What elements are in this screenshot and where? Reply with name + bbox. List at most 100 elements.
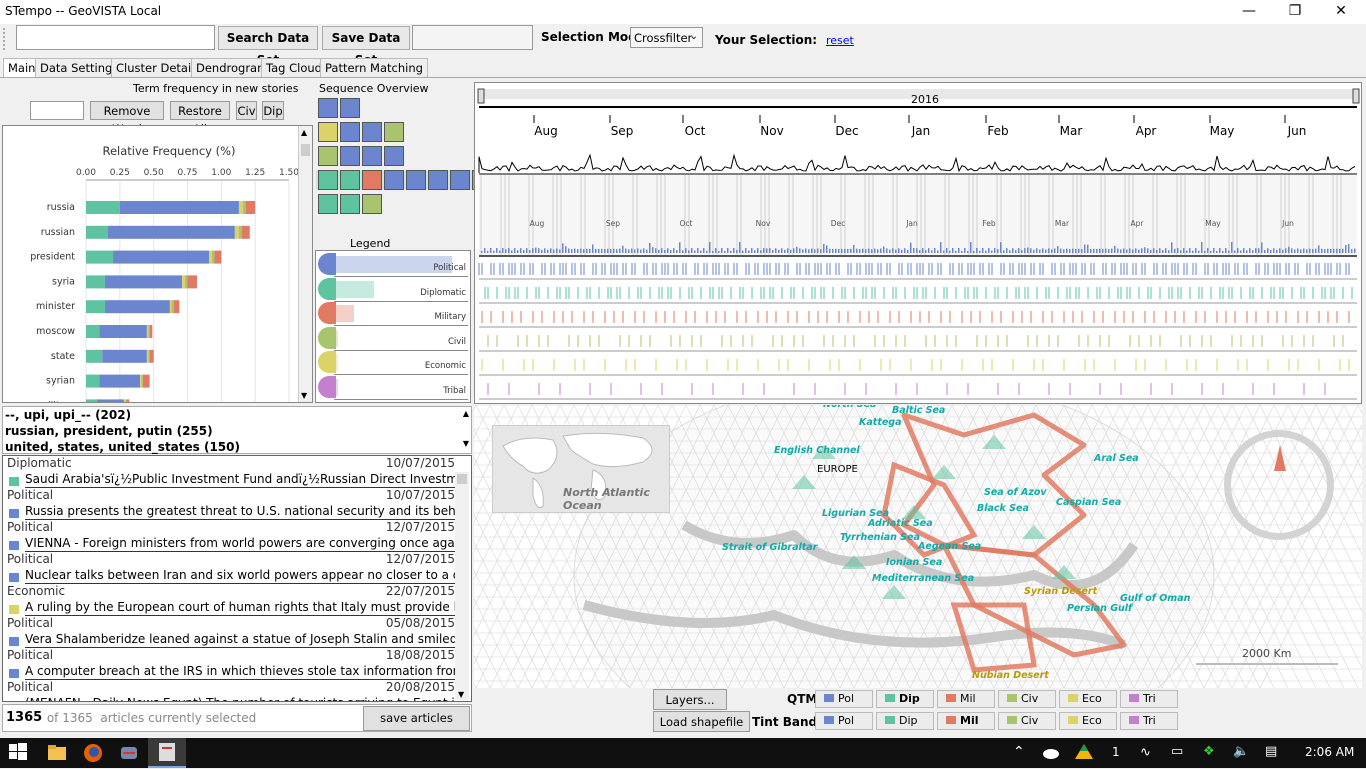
load-shapefile-button[interactable]: Load shapefile	[653, 711, 750, 732]
sequence-chip[interactable]	[362, 194, 382, 214]
toggle-eco[interactable]: Eco	[1059, 712, 1117, 730]
cluster-item[interactable]: united, states, united_states (150)	[5, 440, 240, 454]
sequence-chip[interactable]	[384, 146, 404, 166]
article-list[interactable]: Diplomatic 10/07/2015 Saudi Arabia'sï¿½Pub…	[2, 455, 472, 702]
compass-icon[interactable]	[1224, 430, 1334, 540]
cloud-icon[interactable]	[1040, 742, 1064, 764]
sequence-chip[interactable]	[340, 194, 360, 214]
toggle-mil[interactable]: Mil	[937, 690, 995, 708]
restore-all-button[interactable]: Restore All	[170, 101, 230, 136]
google-drive-icon[interactable]	[1073, 742, 1097, 764]
toggle-pol[interactable]: Pol	[815, 712, 873, 730]
histogram-bar	[565, 246, 567, 253]
cluster-item[interactable]: --, upi, upi_-- (202)	[5, 408, 131, 422]
search-data-set-button[interactable]: Search Data Set	[218, 26, 318, 67]
sequence-overview[interactable]	[316, 96, 492, 214]
article-item[interactable]: Political 12/07/2015 Nuclear talks between…	[7, 552, 455, 584]
sequence-chip[interactable]	[406, 170, 426, 190]
clock[interactable]: 2:06 AM	[1305, 745, 1354, 759]
toolbar-grip[interactable]	[3, 28, 11, 50]
file-explorer-icon[interactable]	[46, 742, 70, 764]
toggle-mil[interactable]: Mil	[937, 712, 995, 730]
volume-icon[interactable]: 🔈	[1233, 744, 1249, 759]
toggle-pol[interactable]: Pol	[815, 690, 873, 708]
sequence-chip[interactable]	[384, 122, 404, 142]
save-name-input[interactable]	[412, 25, 533, 50]
sequence-chip[interactable]	[340, 170, 360, 190]
sequence-chip[interactable]	[362, 122, 382, 142]
battery-icon[interactable]: ▭	[1171, 744, 1183, 759]
sequence-chip[interactable]	[450, 170, 470, 190]
civ-button[interactable]: Civ	[236, 101, 257, 120]
scrollbar-thumb[interactable]	[457, 474, 467, 484]
restore-icon[interactable]: ❐	[1272, 0, 1318, 24]
action-center-icon[interactable]: ▤	[1265, 744, 1277, 759]
article-item[interactable]: Political 05/08/2015 Vera Shalamberidze le…	[7, 616, 455, 648]
toggle-dip[interactable]: Dip	[876, 690, 934, 708]
histogram-bar	[508, 248, 510, 253]
chart-scrollbar[interactable]: ▲ ▼	[298, 126, 312, 402]
sequence-chip[interactable]	[384, 170, 404, 190]
scroll-down-icon[interactable]: ▼	[463, 439, 469, 448]
sequence-chip[interactable]	[340, 98, 360, 118]
map-view[interactable]: North Sea Baltic SeaKattega English Channe…	[474, 405, 1362, 688]
reset-link[interactable]: reset	[826, 34, 854, 47]
sequence-chip[interactable]	[318, 194, 338, 214]
scroll-up-icon[interactable]: ▲	[301, 128, 307, 137]
article-item[interactable]: Diplomatic 10/07/2015 Saudi Arabia'sï¿½Pub…	[7, 456, 455, 488]
scrollbar-thumb[interactable]	[301, 144, 310, 156]
sequence-chip[interactable]	[362, 170, 382, 190]
toggle-civ[interactable]: Civ	[998, 690, 1056, 708]
article-scrollbar[interactable]: ▼	[455, 472, 469, 700]
scroll-down-icon[interactable]: ▼	[458, 690, 464, 699]
sequence-chip[interactable]	[428, 170, 448, 190]
article-item[interactable]: Political 10/07/2015 Russia presents the g…	[7, 488, 455, 520]
firefox-icon[interactable]	[82, 742, 106, 764]
scroll-down-icon[interactable]: ▼	[301, 391, 307, 400]
toggle-dip[interactable]: Dip	[876, 712, 934, 730]
save-articles-button[interactable]: save articles	[363, 706, 470, 731]
app-icon[interactable]	[118, 742, 142, 764]
minimize-icon[interactable]: —	[1226, 0, 1272, 24]
save-data-set-button[interactable]: Save Data Set	[322, 26, 410, 67]
histogram-bar	[1300, 249, 1302, 253]
sequence-chip[interactable]	[318, 170, 338, 190]
timeline-chart[interactable]: 2016 Aug Sep Oct Nov Dec Jan Feb Mar Apr May Jun Aug…	[475, 83, 1362, 404]
dropbox-icon[interactable]: ❖	[1203, 744, 1215, 759]
sequence-chip[interactable]	[318, 98, 338, 118]
toggle-tri[interactable]: Tri	[1120, 690, 1178, 708]
wifi-icon[interactable]: ∿	[1140, 745, 1151, 760]
tab-tag-cloud[interactable]: Tag Cloud	[261, 58, 327, 78]
article-item[interactable]: Political 20/08/2015 (MENAFN - Daily News …	[7, 680, 455, 701]
tab-pattern-matching[interactable]: Pattern Matching	[320, 58, 428, 78]
timeline-panel[interactable]: 2016 Aug Sep Oct Nov Dec Jan Feb Mar Apr May Jun Aug…	[474, 82, 1362, 404]
scroll-up-icon[interactable]: ▲	[463, 409, 469, 418]
cluster-list[interactable]: --, upi, upi_-- (202) russian, president…	[2, 406, 472, 454]
sequence-chip[interactable]	[318, 146, 338, 166]
overview-inset[interactable]: North Atlantic Ocean	[492, 425, 670, 513]
histogram-bar	[1033, 249, 1035, 253]
selection-mode-select[interactable]: Crossfilter ⌄	[630, 27, 703, 48]
windows-start-icon[interactable]	[8, 742, 32, 764]
article-item[interactable]: Political 12/07/2015 VIENNA - Foreign mini…	[7, 520, 455, 552]
toggle-tri[interactable]: Tri	[1120, 712, 1178, 730]
dip-button[interactable]: Dip	[262, 101, 284, 120]
sequence-chip[interactable]	[318, 122, 338, 142]
java-app-task[interactable]	[148, 738, 186, 768]
search-input[interactable]	[16, 25, 215, 50]
word-input[interactable]	[30, 101, 84, 120]
remove-word-button[interactable]: Remove Word	[90, 101, 164, 136]
layers-button[interactable]: Layers...	[653, 689, 727, 710]
sequence-chip[interactable]	[362, 146, 382, 166]
article-item[interactable]: Political 18/08/2015 A computer breach at …	[7, 648, 455, 680]
sequence-chip[interactable]	[340, 122, 360, 142]
histogram-bar	[1225, 248, 1227, 253]
histogram-bar	[703, 248, 705, 253]
chevron-up-icon[interactable]: ⌃	[1013, 744, 1025, 760]
toggle-civ[interactable]: Civ	[998, 712, 1056, 730]
sequence-chip[interactable]	[340, 146, 360, 166]
toggle-eco[interactable]: Eco	[1059, 690, 1117, 708]
cluster-item[interactable]: russian, president, putin (255)	[5, 424, 213, 438]
article-item[interactable]: Economic 22/07/2015 A ruling by the Europe…	[7, 584, 455, 616]
close-icon[interactable]: ✕	[1318, 0, 1364, 24]
